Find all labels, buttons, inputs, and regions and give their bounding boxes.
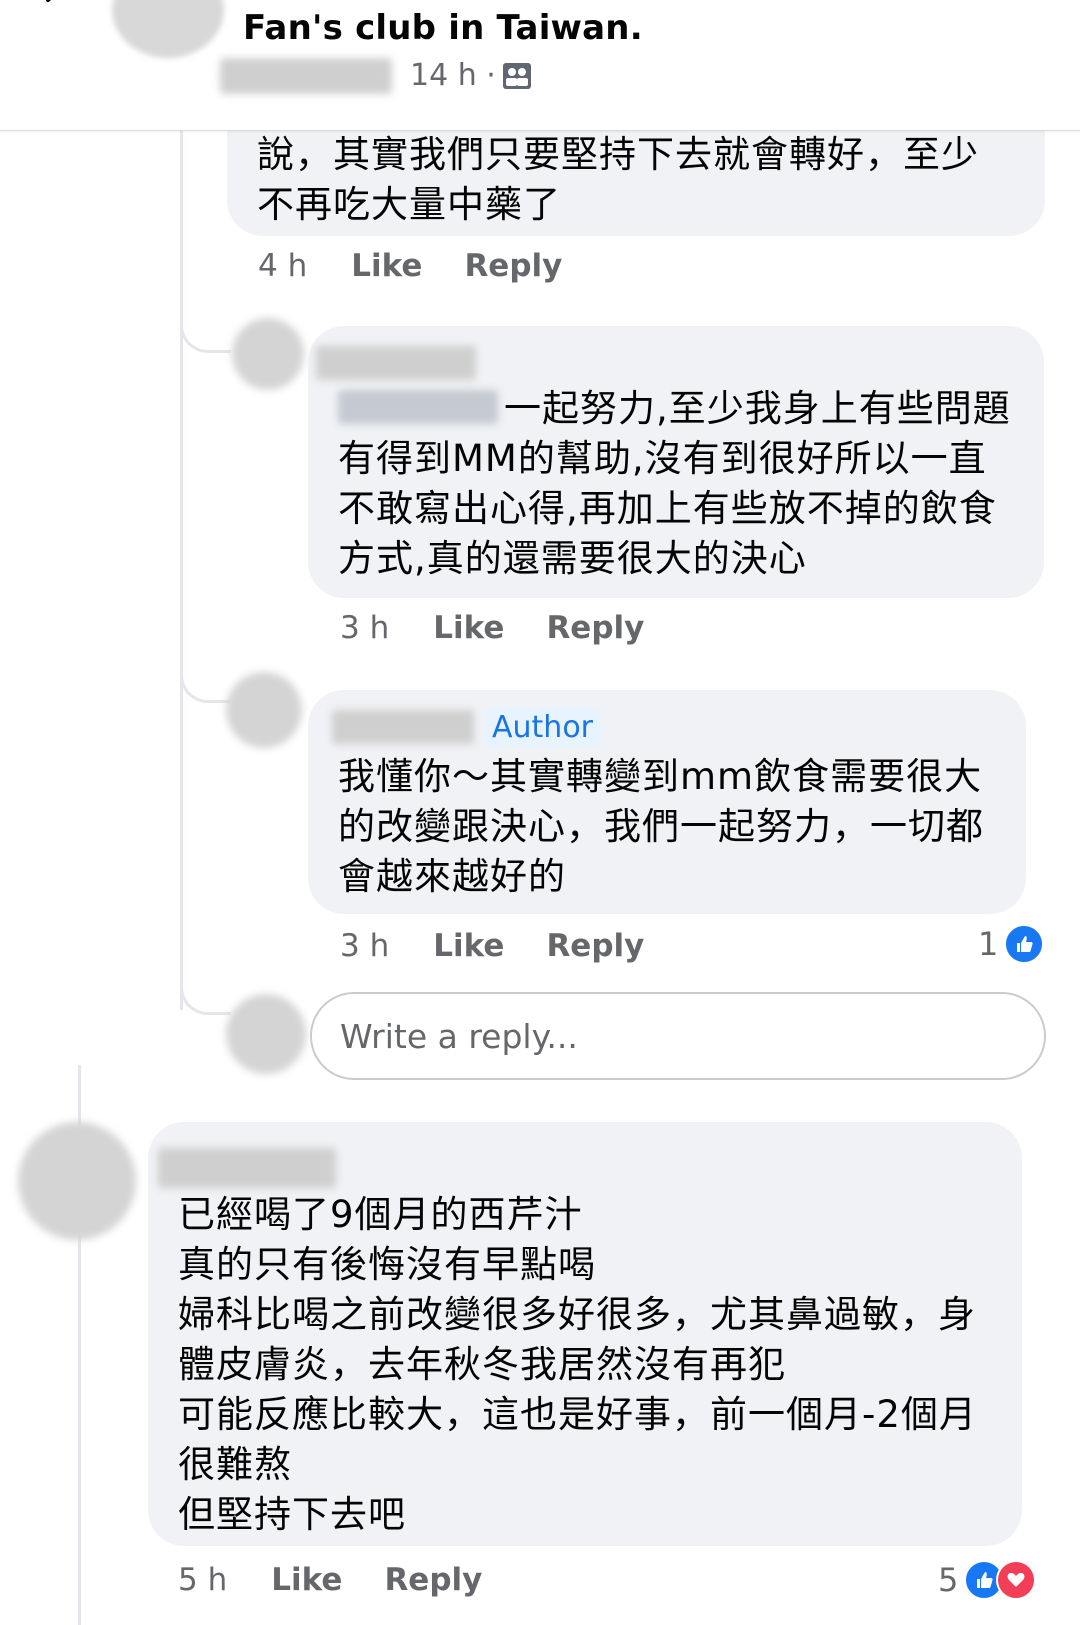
post-time: 14 h · bbox=[410, 58, 496, 93]
reply-button[interactable]: Reply bbox=[546, 610, 644, 646]
like-button[interactable]: Like bbox=[351, 248, 422, 284]
comment-actions: 4 h Like Reply bbox=[258, 248, 604, 284]
comment-text: 已經喝了9個月的西芹汁 真的只有後悔沒有早點喝 婦科比喝之前改變很多好很多，尤其… bbox=[178, 1193, 977, 1536]
commenter-name-redacted bbox=[158, 1148, 336, 1188]
comment-time: 4 h bbox=[258, 248, 308, 284]
reaction-summary[interactable]: 1 bbox=[978, 924, 1045, 964]
reply-thread-line bbox=[180, 130, 183, 1010]
reply-input[interactable]: Write a reply... bbox=[310, 992, 1046, 1080]
avatar[interactable] bbox=[232, 318, 304, 390]
poster-name-redacted bbox=[220, 58, 392, 94]
comment-actions: 5 h Like Reply bbox=[178, 1562, 524, 1598]
comment-text: 一起努力,至少我身上有些問題 有得到MM的幫助,沒有到很好所以一直 不敢寫出心得… bbox=[338, 387, 1011, 580]
group-members-icon bbox=[502, 62, 531, 89]
reaction-summary[interactable]: 5 bbox=[938, 1560, 1037, 1600]
comment-text: 我懂你～其實轉變到mm飲食需要很大 的改變跟決心，我們一起努力，一切都 會越來越… bbox=[338, 755, 984, 898]
like-button[interactable]: Like bbox=[433, 610, 504, 646]
group-avatar[interactable] bbox=[112, 0, 224, 58]
comment-bubble: 已經喝了9個月的西芹汁 真的只有後悔沒有早點喝 婦科比喝之前改變很多好很多，尤其… bbox=[148, 1122, 1022, 1546]
avatar[interactable] bbox=[226, 672, 302, 748]
comment-actions: 3 h Like Reply bbox=[340, 928, 686, 964]
comment-time: 3 h bbox=[340, 610, 390, 646]
comment-time: 5 h bbox=[178, 1562, 228, 1598]
reply-button[interactable]: Reply bbox=[546, 928, 644, 964]
post-meta: 14 h · bbox=[410, 58, 532, 93]
group-name[interactable]: Fan's club in Taiwan. bbox=[243, 8, 643, 48]
author-badge: Author bbox=[484, 708, 602, 747]
avatar[interactable] bbox=[18, 1122, 136, 1240]
comment-text: 說，其實我們只要堅持下去就會轉好，至少 不再吃大量中藥了 bbox=[257, 133, 979, 226]
reply-input-placeholder: Write a reply... bbox=[340, 1016, 578, 1056]
like-button[interactable]: Like bbox=[271, 1562, 342, 1598]
thread-connector bbox=[180, 972, 231, 1015]
thread-connector bbox=[180, 310, 231, 353]
reaction-count: 1 bbox=[978, 925, 999, 963]
reply-button[interactable]: Reply bbox=[464, 248, 562, 284]
post-header: Fan's club in Taiwan. 14 h · bbox=[0, 0, 1080, 131]
comment-bubble: 說，其實我們只要堅持下去就會轉好，至少 不再吃大量中藥了 bbox=[227, 118, 1045, 236]
like-reaction-icon bbox=[1004, 924, 1045, 964]
commenter-name-redacted bbox=[316, 346, 476, 380]
comment-bubble: 一起努力,至少我身上有些問題 有得到MM的幫助,沒有到很好所以一直 不敢寫出心得… bbox=[308, 326, 1044, 598]
comment-actions: 3 h Like Reply bbox=[340, 610, 686, 646]
comment-time: 3 h bbox=[340, 928, 390, 964]
like-button[interactable]: Like bbox=[433, 928, 504, 964]
back-arrow-icon[interactable] bbox=[36, 0, 76, 20]
commenter-name-redacted bbox=[332, 710, 474, 744]
love-reaction-icon bbox=[996, 1560, 1037, 1600]
reaction-count: 5 bbox=[938, 1561, 959, 1599]
current-user-avatar bbox=[226, 994, 306, 1074]
thread-connector bbox=[180, 660, 231, 703]
comment-bubble: Author 我懂你～其實轉變到mm飲食需要很大 的改變跟決心，我們一起努力，一… bbox=[308, 690, 1026, 914]
reply-button[interactable]: Reply bbox=[384, 1562, 482, 1598]
